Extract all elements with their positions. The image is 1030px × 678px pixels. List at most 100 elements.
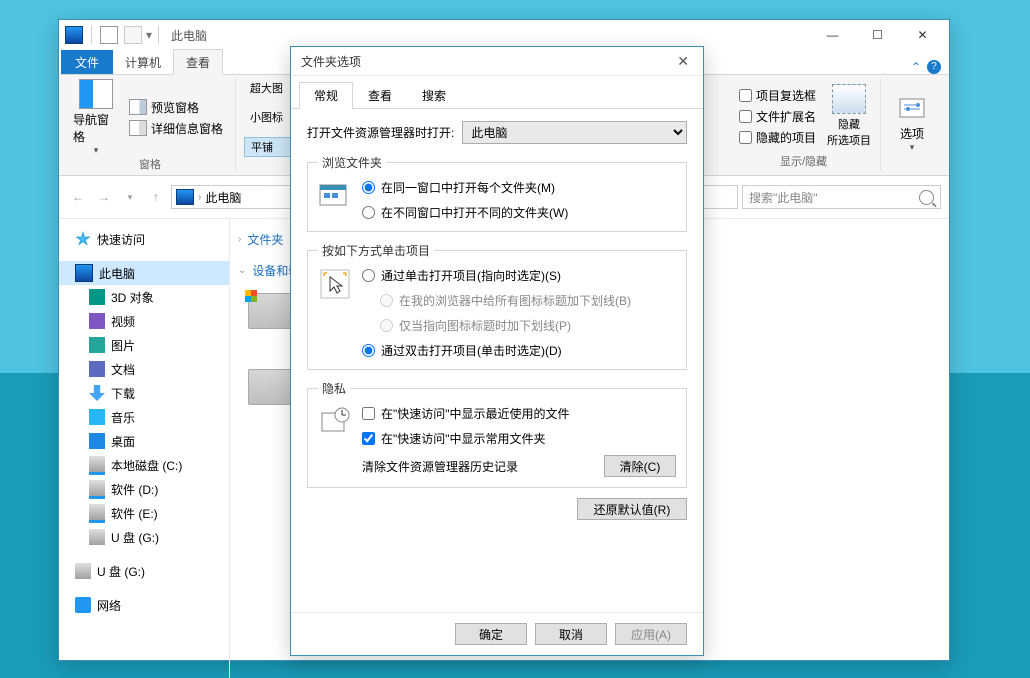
tree-this-pc[interactable]: 此电脑 [59, 261, 229, 285]
tab-view[interactable]: 查看 [173, 49, 223, 75]
tab-general[interactable]: 常规 [299, 82, 353, 109]
clear-history-label: 清除文件资源管理器历史记录 [362, 458, 518, 475]
collapse-ribbon-icon[interactable]: ⌃ [911, 60, 921, 74]
tree-3d-objects[interactable]: 3D 对象 [59, 285, 229, 309]
tab-search[interactable]: 搜索 [407, 82, 461, 108]
apply-button[interactable]: 应用(A) [615, 623, 687, 645]
browse-same-window[interactable]: 在同一窗口中打开每个文件夹(M) [362, 179, 676, 196]
file-extensions[interactable]: 文件扩展名 [735, 107, 820, 126]
hide-selected-button[interactable]: 隐藏 所选项目 [826, 84, 872, 148]
breadcrumb-pc[interactable]: 此电脑 [205, 189, 241, 206]
chevron-right-icon[interactable]: › [198, 192, 201, 203]
close-button[interactable]: ✕ [900, 21, 945, 50]
tree-g-drive[interactable]: U 盘 (G:) [59, 525, 229, 549]
search-box[interactable]: 搜索"此电脑" [742, 185, 941, 209]
open-explorer-label: 打开文件资源管理器时打开: [307, 124, 454, 141]
forward-button[interactable]: → [93, 186, 115, 208]
preview-pane-button[interactable]: 预览窗格 [125, 98, 227, 117]
single-click-underline-hover: 仅当指向图标标题时加下划线(P) [362, 317, 676, 334]
tree-quick-access[interactable]: 快速访问 [59, 227, 229, 251]
pc-icon [65, 26, 83, 44]
windows-logo-icon [245, 290, 257, 302]
single-click-radio[interactable] [362, 269, 375, 282]
tree-pictures[interactable]: 图片 [59, 333, 229, 357]
tree-g-drive-2[interactable]: U 盘 (G:) [59, 559, 229, 583]
ok-button[interactable]: 确定 [455, 623, 527, 645]
open-explorer-select[interactable]: 此电脑 [462, 121, 687, 144]
browse-new-radio[interactable] [362, 206, 375, 219]
underline-hover-radio [380, 319, 393, 332]
hidden-items-cb[interactable] [739, 131, 752, 144]
browse-folders-icon [318, 179, 352, 213]
group-label-panes: 窗格 [139, 156, 161, 174]
tab-computer[interactable]: 计算机 [113, 50, 173, 74]
star-icon [75, 231, 91, 247]
tab-view[interactable]: 查看 [353, 82, 407, 108]
tree-c-drive[interactable]: 本地磁盘 (C:) [59, 453, 229, 477]
chevron-right-icon: › [238, 234, 241, 245]
dialog-title: 文件夹选项 [301, 53, 361, 70]
documents-icon [89, 361, 105, 377]
click-legend: 按如下方式单击项目 [318, 242, 434, 259]
details-pane-label: 详细信息窗格 [151, 120, 223, 137]
browse-legend: 浏览文件夹 [318, 154, 386, 171]
tree-e-drive[interactable]: 软件 (E:) [59, 501, 229, 525]
tree-desktop[interactable]: 桌面 [59, 429, 229, 453]
tree-music[interactable]: 音乐 [59, 405, 229, 429]
tree-documents[interactable]: 文档 [59, 357, 229, 381]
search-icon[interactable] [919, 190, 934, 205]
usb-icon [75, 563, 91, 579]
single-click-option[interactable]: 通过单击打开项目(指向时选定)(S) [362, 267, 676, 284]
privacy-recent-files[interactable]: 在"快速访问"中显示最近使用的文件 [362, 405, 676, 422]
privacy-recent-cb[interactable] [362, 407, 375, 420]
file-tab[interactable]: 文件 [61, 50, 113, 74]
hide-selected-label: 隐藏 所选项目 [827, 116, 871, 148]
options-button[interactable]: 选项 ▾ [889, 95, 935, 153]
file-extensions-cb[interactable] [739, 110, 752, 123]
options-label: 选项 [900, 125, 924, 142]
up-button[interactable]: ↑ [145, 186, 167, 208]
cancel-button[interactable]: 取消 [535, 623, 607, 645]
browse-new-window[interactable]: 在不同窗口中打开不同的文件夹(W) [362, 204, 676, 221]
options-icon [896, 95, 928, 123]
navigation-pane-button[interactable]: 导航窗格 ▾ [73, 79, 119, 156]
qat-save-icon[interactable] [100, 26, 118, 44]
help-icon[interactable]: ? [927, 60, 941, 74]
clear-history-button[interactable]: 清除(C) [604, 455, 676, 477]
privacy-legend: 隐私 [318, 380, 350, 397]
maximize-button[interactable]: ☐ [855, 21, 900, 50]
minimize-button[interactable]: — [810, 21, 855, 50]
dialog-footer: 确定 取消 应用(A) [291, 612, 703, 655]
3d-icon [89, 289, 105, 305]
recent-dropdown[interactable]: ▾ [119, 186, 141, 208]
tree-d-drive[interactable]: 软件 (D:) [59, 477, 229, 501]
desktop-icon [89, 433, 105, 449]
privacy-frequent-cb[interactable] [362, 432, 375, 445]
dialog-close-button[interactable]: ✕ [673, 49, 693, 74]
browse-same-radio[interactable] [362, 181, 375, 194]
navigation-tree[interactable]: 快速访问 此电脑 3D 对象 视频 图片 文档 下载 音乐 桌面 本地磁盘 (C… [59, 219, 230, 678]
privacy-frequent-folders[interactable]: 在"快速访问"中显示常用文件夹 [362, 430, 676, 447]
underline-all-radio [380, 294, 393, 307]
item-checkboxes[interactable]: 项目复选框 [735, 86, 820, 105]
qat-props-icon[interactable] [124, 26, 142, 44]
network-icon [75, 597, 91, 613]
restore-defaults-button[interactable]: 还原默认值(R) [577, 498, 687, 520]
double-click-radio[interactable] [362, 344, 375, 357]
tree-network[interactable]: 网络 [59, 593, 229, 617]
preview-pane-icon [129, 99, 147, 115]
chevron-down-icon: ⌄ [238, 265, 246, 276]
details-pane-button[interactable]: 详细信息窗格 [125, 119, 227, 138]
hide-selected-icon [832, 84, 866, 114]
qat-dropdown-icon[interactable]: ▾ [146, 28, 152, 42]
navigation-pane-label: 导航窗格 [73, 111, 119, 145]
double-click-option[interactable]: 通过双击打开项目(单击时选定)(D) [362, 342, 676, 359]
hidden-items[interactable]: 隐藏的项目 [735, 128, 820, 147]
item-checkboxes-cb[interactable] [739, 89, 752, 102]
single-click-underline-all: 在我的浏览器中给所有图标标题加下划线(B) [362, 292, 676, 309]
tree-downloads[interactable]: 下载 [59, 381, 229, 405]
tree-videos[interactable]: 视频 [59, 309, 229, 333]
dialog-title-bar[interactable]: 文件夹选项 ✕ [291, 47, 703, 76]
click-fieldset: 按如下方式单击项目 通过单击打开项目(指向时选定)(S) 在我的浏览器中给所有图… [307, 242, 687, 370]
back-button[interactable]: ← [67, 186, 89, 208]
